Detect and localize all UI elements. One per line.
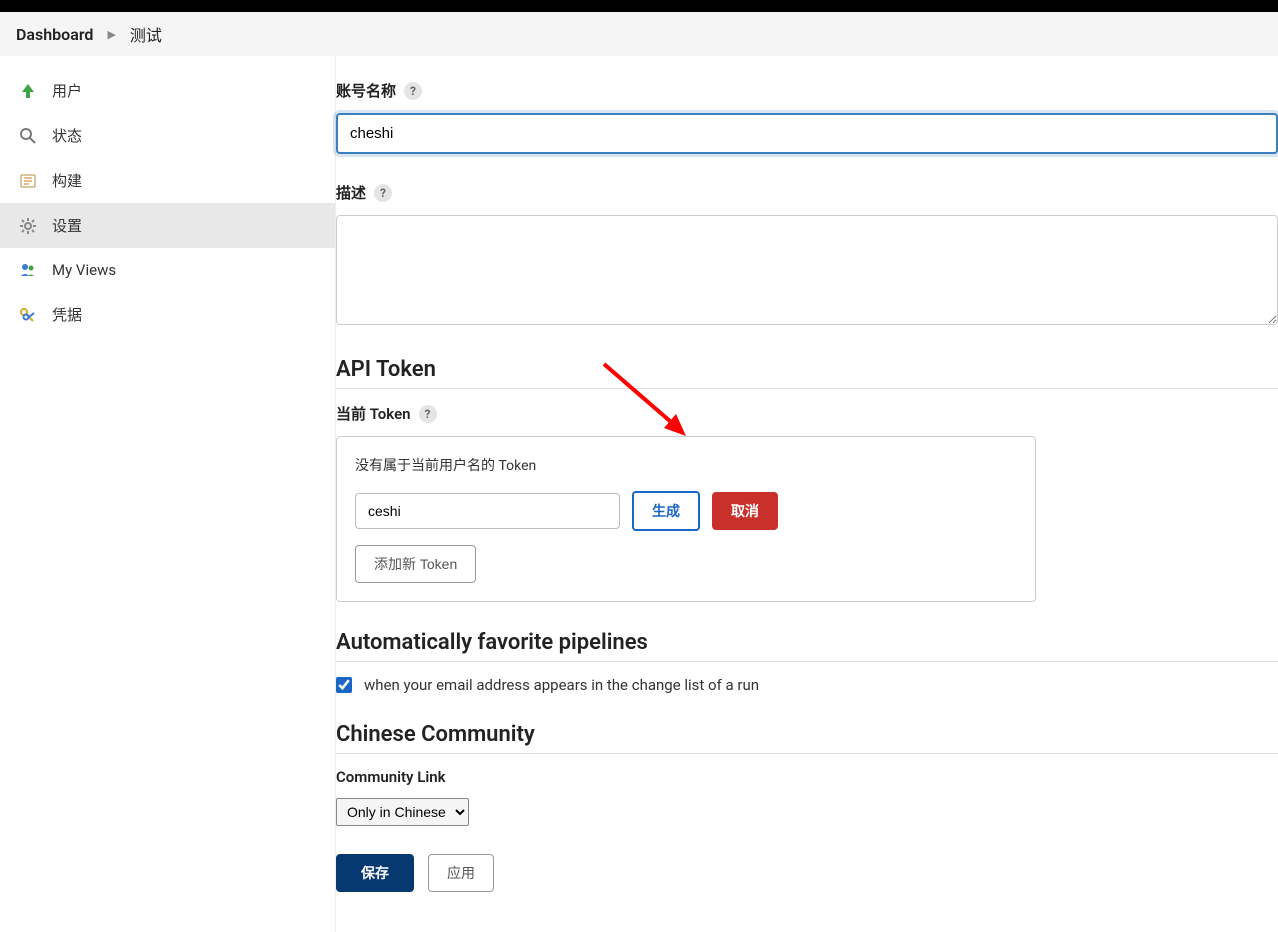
sidebar-item-label: 用户 bbox=[52, 80, 82, 101]
auto-favorite-heading: Automatically favorite pipelines bbox=[336, 630, 1278, 662]
people-icon bbox=[18, 260, 38, 280]
save-button[interactable]: 保存 bbox=[336, 854, 414, 892]
community-heading: Chinese Community bbox=[336, 722, 1278, 754]
sidebar-item-label: My Views bbox=[52, 261, 116, 279]
auto-favorite-checkbox-row[interactable]: when your email address appears in the c… bbox=[336, 676, 1278, 694]
breadcrumb-current: 测试 bbox=[130, 22, 162, 46]
help-icon[interactable]: ? bbox=[419, 405, 437, 423]
sidebar-item-label: 构建 bbox=[52, 170, 82, 191]
token-empty-text: 没有属于当前用户名的 Token bbox=[355, 455, 1017, 475]
keys-icon bbox=[18, 305, 38, 325]
sidebar-item-settings[interactable]: 设置 bbox=[0, 203, 335, 248]
notepad-icon bbox=[18, 171, 38, 191]
sidebar: 用户 状态 构建 设置 My Views bbox=[0, 56, 336, 932]
api-token-heading: API Token bbox=[336, 357, 1278, 389]
community-link-select[interactable]: Only in Chinese bbox=[336, 798, 469, 826]
sidebar-item-build[interactable]: 构建 bbox=[0, 158, 335, 203]
sidebar-item-status[interactable]: 状态 bbox=[0, 113, 335, 158]
token-name-input[interactable] bbox=[355, 493, 620, 529]
help-icon[interactable]: ? bbox=[404, 82, 422, 100]
top-menubar bbox=[0, 0, 1278, 12]
apply-button[interactable]: 应用 bbox=[428, 854, 494, 892]
generate-token-button[interactable]: 生成 bbox=[632, 491, 700, 531]
sidebar-item-label: 状态 bbox=[52, 125, 82, 146]
current-token-label: 当前 Token bbox=[336, 403, 411, 424]
sidebar-item-user[interactable]: 用户 bbox=[0, 68, 335, 113]
auto-favorite-checkbox[interactable] bbox=[336, 677, 352, 693]
help-icon[interactable]: ? bbox=[374, 184, 392, 202]
account-name-label: 账号名称 bbox=[336, 80, 396, 101]
gear-icon bbox=[18, 216, 38, 236]
sidebar-item-label: 设置 bbox=[52, 215, 82, 236]
main-content: 账号名称 ? 描述 ? API Token 当前 Token ? 没有属于当前用… bbox=[336, 56, 1278, 932]
token-box: 没有属于当前用户名的 Token 生成 取消 添加新 Token bbox=[336, 436, 1036, 602]
sidebar-item-credentials[interactable]: 凭据 bbox=[0, 292, 335, 337]
community-link-label: Community Link bbox=[336, 768, 446, 786]
description-textarea[interactable] bbox=[336, 215, 1278, 325]
search-icon bbox=[18, 126, 38, 146]
sidebar-item-my-views[interactable]: My Views bbox=[0, 248, 335, 292]
chevron-right-icon: ▶ bbox=[107, 28, 115, 41]
auto-favorite-checkbox-label: when your email address appears in the c… bbox=[364, 676, 759, 694]
add-token-button[interactable]: 添加新 Token bbox=[355, 545, 476, 583]
user-up-arrow-icon bbox=[18, 81, 38, 101]
sidebar-item-label: 凭据 bbox=[52, 304, 82, 325]
breadcrumb: Dashboard ▶ 测试 bbox=[0, 12, 1278, 56]
description-label: 描述 bbox=[336, 182, 366, 203]
cancel-token-button[interactable]: 取消 bbox=[712, 492, 778, 530]
account-name-input[interactable] bbox=[336, 113, 1278, 154]
breadcrumb-dashboard[interactable]: Dashboard bbox=[16, 25, 93, 44]
